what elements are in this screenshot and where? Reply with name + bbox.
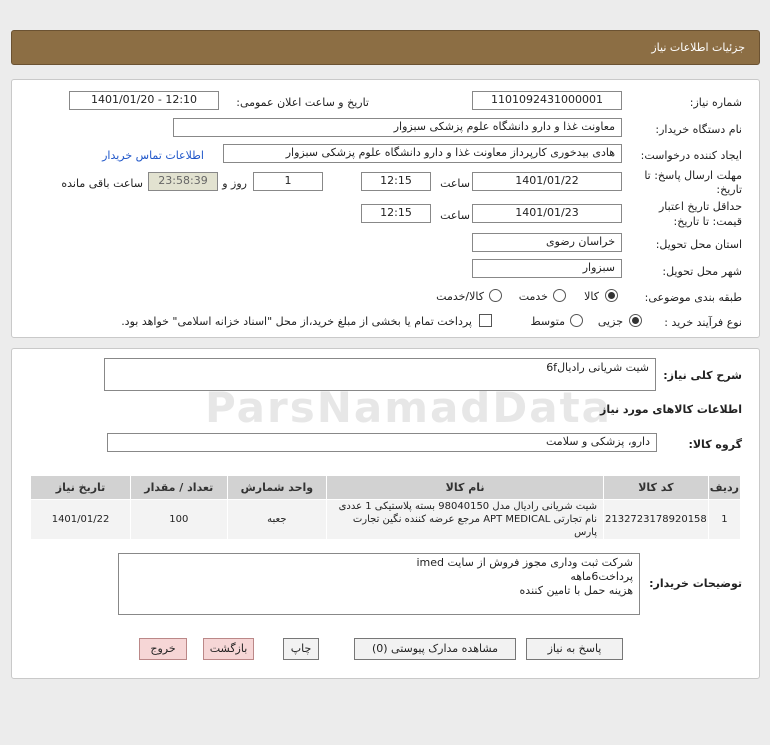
category-radio-goods[interactable] <box>605 289 618 302</box>
buyer-notes-label: توضیحات خریدار: <box>649 577 742 590</box>
exit-button[interactable]: خروج <box>139 638 187 660</box>
reply-button[interactable]: پاسخ به نیاز <box>526 638 623 660</box>
deadline-time-field: 12:15 <box>361 172 431 191</box>
remaining-label: ساعت باقی مانده <box>61 177 143 190</box>
cell-date: 1401/01/22 <box>29 499 132 540</box>
city-label: شهر محل تحویل: <box>662 265 742 278</box>
need-desc-label: شرح کلی نیاز: <box>663 369 742 382</box>
page-header: جزئیات اطلاعات نیاز <box>11 30 760 65</box>
col-unit: واحد شمارش <box>226 475 328 500</box>
cell-qty: 100 <box>130 499 228 540</box>
col-code: کد کالا <box>602 475 709 500</box>
buyer-org-label: نام دستگاه خریدار: <box>655 123 742 136</box>
category-radio-goods-service[interactable] <box>489 289 502 302</box>
process-option-minor: جزیی <box>597 315 623 328</box>
city-field: سبزوار <box>472 259 622 278</box>
deadline-label-2: تاریخ: <box>716 183 742 196</box>
cell-code: 2132723178920158 <box>602 499 709 540</box>
need-desc-field: شیت شریانی رادیال6f <box>104 358 656 391</box>
process-radio-minor[interactable] <box>629 314 642 327</box>
remaining-time-field: 23:58:39 <box>148 172 218 191</box>
category-label: طبقه بندی موضوعی: <box>644 291 742 304</box>
need-number-label: شماره نیاز: <box>689 96 742 109</box>
col-date: تاریخ نیاز <box>29 475 132 500</box>
goods-info-title: اطلاعات کالاهای مورد نیاز <box>600 403 742 416</box>
process-label: نوع فرآیند خرید : <box>664 316 742 329</box>
col-name: نام کالا <box>326 475 604 500</box>
deadline-time-label: ساعت <box>440 177 470 190</box>
cell-row: 1 <box>707 499 742 540</box>
province-field: خراسان رضوی <box>472 233 622 252</box>
treasury-payment-note: پرداخت تمام یا بخشی از مبلغ خرید،از محل … <box>121 315 472 328</box>
treasury-payment-checkbox[interactable] <box>479 314 492 327</box>
validity-time-label: ساعت <box>440 209 470 222</box>
validity-time-field: 12:15 <box>361 204 431 223</box>
buyer-note-line: شرکت ثبت وداری مجوز فروش از سایت imed <box>416 556 633 569</box>
view-attachments-button[interactable]: مشاهده مدارک پیوستی (0) <box>354 638 516 660</box>
process-option-medium: متوسط <box>530 315 565 328</box>
category-radio-service[interactable] <box>553 289 566 302</box>
buyer-org-field: معاونت غذا و دارو دانشگاه علوم پزشکی سبز… <box>173 118 622 137</box>
days-label: روز و <box>222 177 247 190</box>
col-row: ردیف <box>707 475 742 500</box>
announce-label: تاریخ و ساعت اعلان عمومی: <box>236 96 369 109</box>
category-option-goods-service: کالا/خدمت <box>436 290 484 303</box>
buyer-note-line: پرداخت6ماهه <box>570 570 633 583</box>
buyer-notes-field: شرکت ثبت وداری مجوز فروش از سایت imed پر… <box>118 553 640 615</box>
category-option-goods: کالا <box>584 290 599 303</box>
process-radio-medium[interactable] <box>570 314 583 327</box>
cell-unit: جعبه <box>226 499 328 540</box>
page-title: جزئیات اطلاعات نیاز <box>651 41 745 54</box>
goods-group-label: گروه کالا: <box>688 438 742 451</box>
col-qty: تعداد / مقدار <box>130 475 228 500</box>
category-option-service: خدمت <box>518 290 548 303</box>
goods-table: ردیف کد کالا نام کالا واحد شمارش تعداد /… <box>29 475 742 540</box>
creator-label: ایجاد کننده درخواست: <box>640 149 742 162</box>
cell-name: شیت شریانی رادیال مدل 98040150 بسته پلاس… <box>326 499 604 540</box>
days-field: 1 <box>253 172 323 191</box>
back-button[interactable]: بازگشت <box>203 638 254 660</box>
validity-date-field: 1401/01/23 <box>472 204 622 223</box>
deadline-date-field: 1401/01/22 <box>472 172 622 191</box>
buyer-note-line: هزینه حمل با تامین کننده <box>519 584 633 597</box>
creator-field: هادی بیدخوری کارپرداز معاونت غذا و دارو … <box>223 144 622 163</box>
province-label: استان محل تحویل: <box>655 238 742 251</box>
goods-group-field: دارو، پزشکی و سلامت <box>107 433 657 452</box>
validity-label-2: قیمت: تا تاریخ: <box>673 215 742 228</box>
validity-label: حداقل تاریخ اعتبار <box>658 200 742 213</box>
table-row: 1 2132723178920158 شیت شریانی رادیال مدل… <box>29 499 742 540</box>
buyer-contact-link[interactable]: اطلاعات تماس خریدار <box>102 149 204 162</box>
announce-field: 1401/01/20 - 12:10 <box>69 91 219 110</box>
print-button[interactable]: چاپ <box>283 638 319 660</box>
deadline-label: مهلت ارسال پاسخ: تا <box>644 169 742 182</box>
need-number-field: 1101092431000001 <box>472 91 622 110</box>
